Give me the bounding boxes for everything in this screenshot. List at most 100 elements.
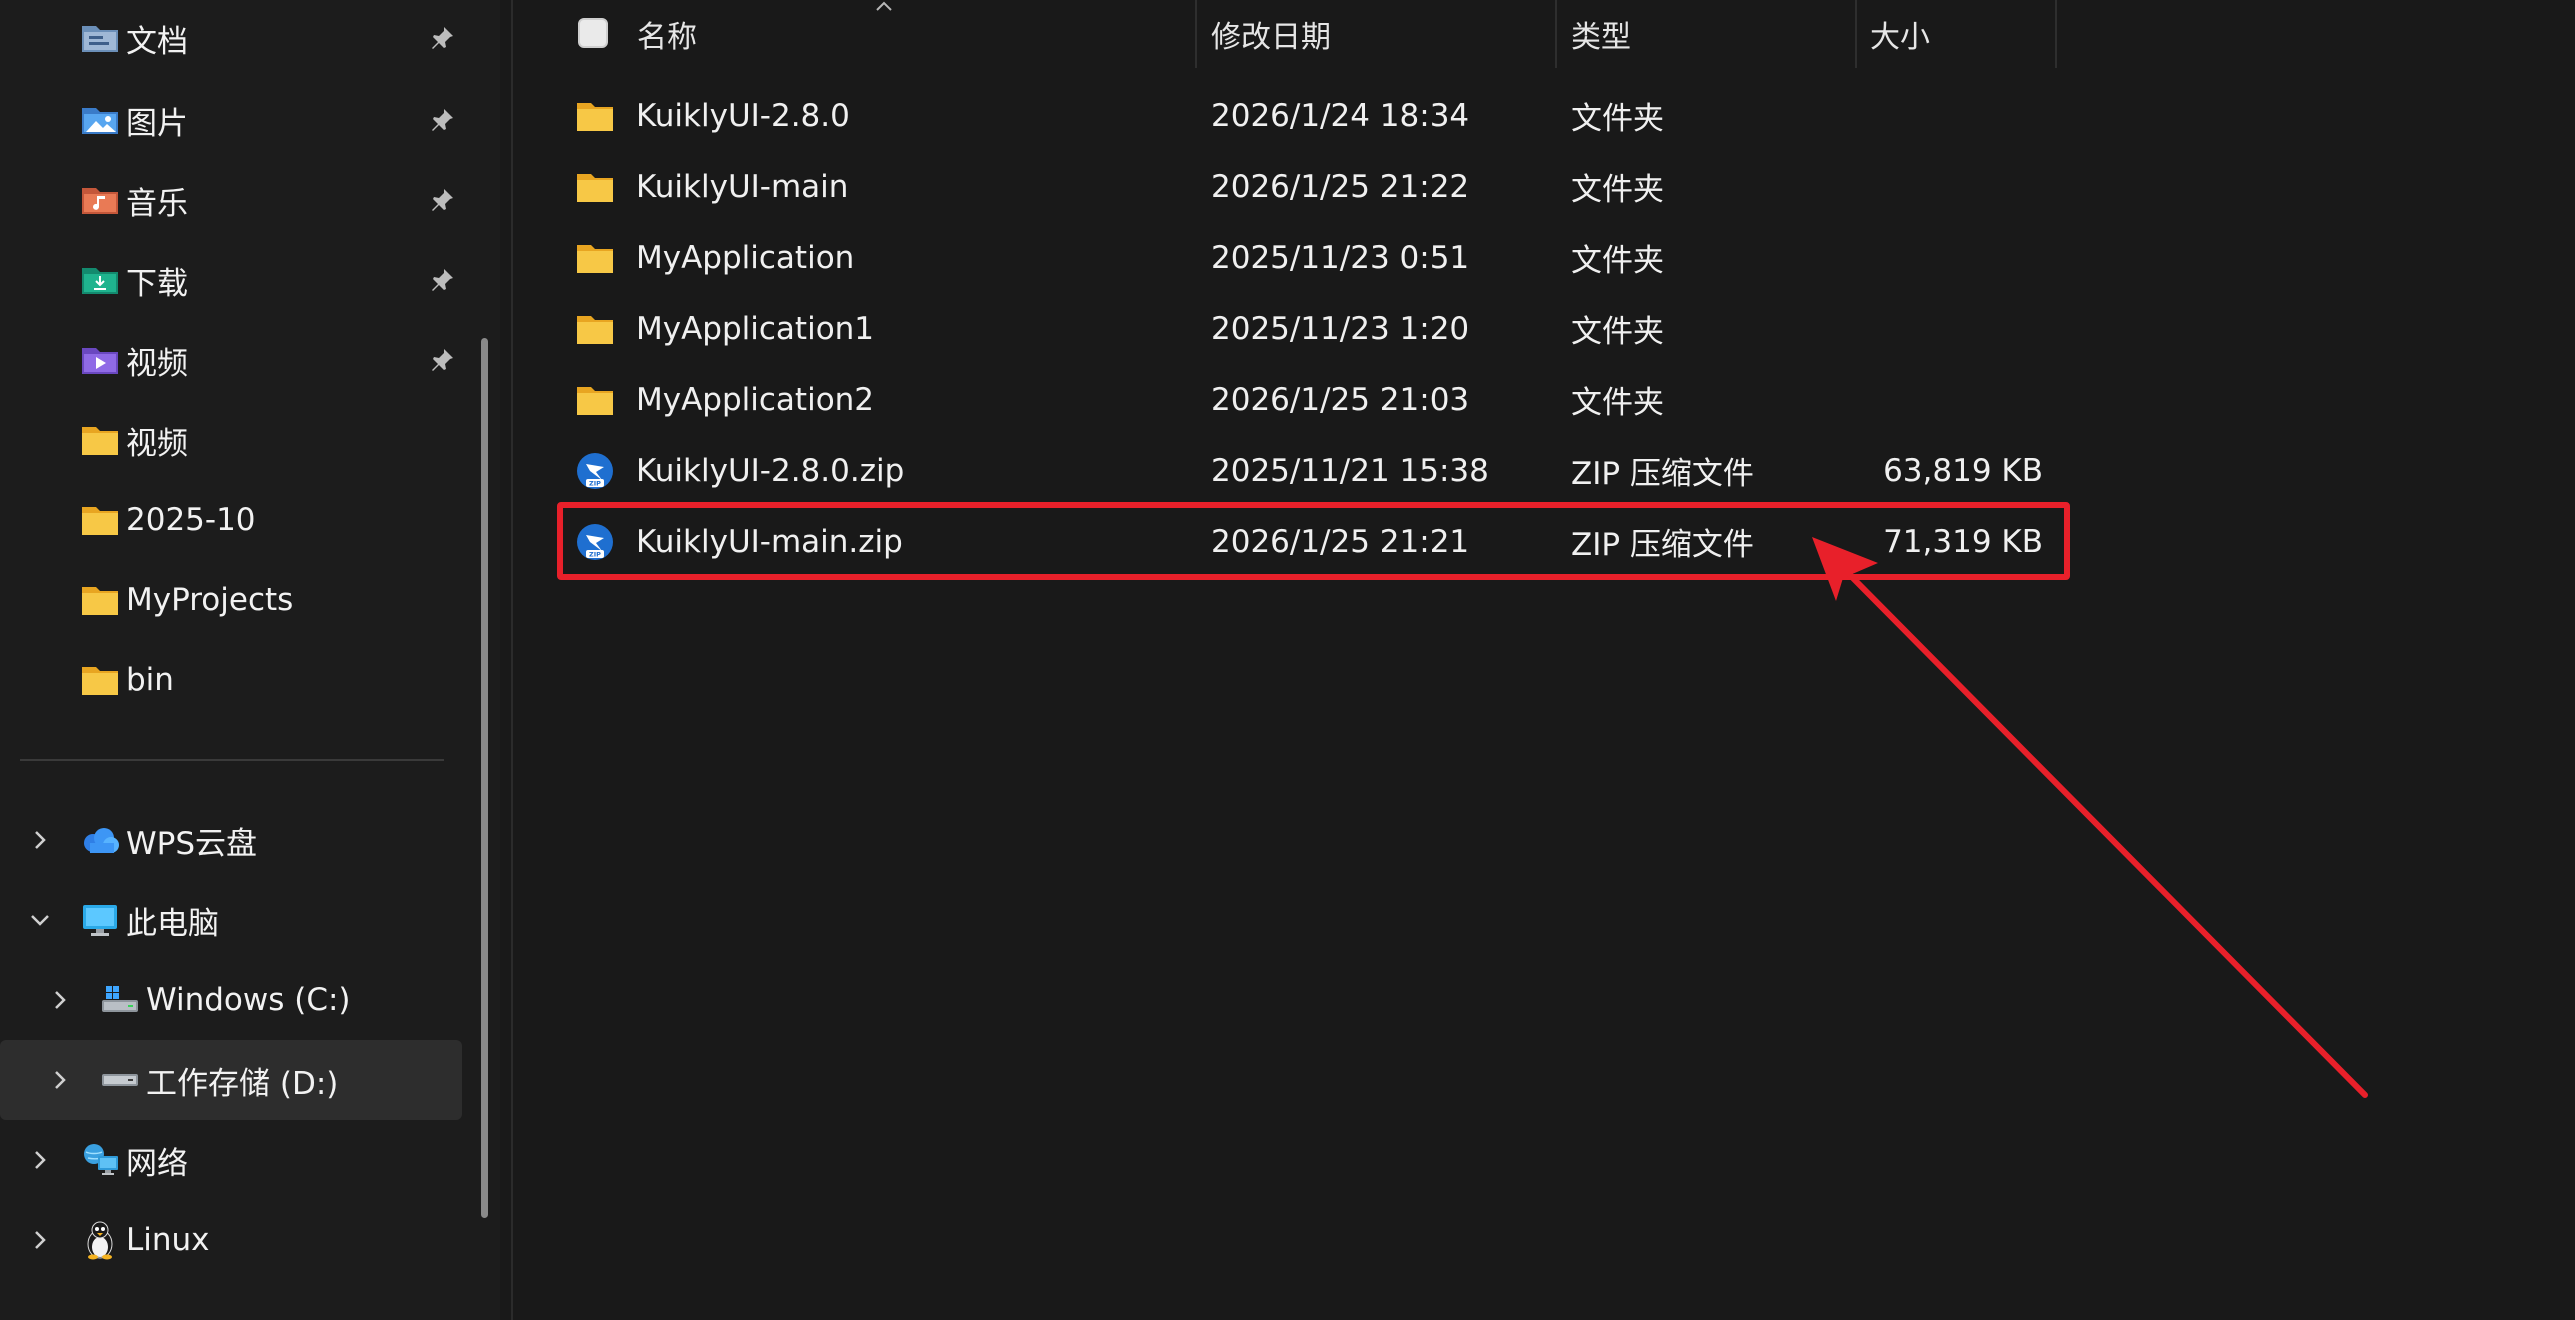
sidebar-item-label: Linux — [126, 1222, 210, 1258]
sidebar-item-2025-10[interactable]: 2025-10 — [0, 480, 462, 560]
navigation-pane: 文档 图片 音乐 下载 视频 视频 2025-10 MyProjects bin… — [0, 0, 500, 1320]
sidebar-item-downloads[interactable]: 下载 — [0, 240, 462, 320]
file-date: 2026/1/25 21:03 — [1211, 381, 1470, 418]
network-icon — [80, 1140, 120, 1180]
file-name: MyApplication2 — [636, 381, 875, 418]
file-name: KuiklyUI-2.8.0 — [636, 97, 850, 134]
sidebar-item-label: 下载 — [126, 265, 188, 302]
file-name: KuiklyUI-main — [636, 168, 849, 205]
chevron-right-icon[interactable] — [20, 1220, 60, 1260]
folder-icon — [80, 420, 120, 460]
file-row[interactable]: KuiklyUI-main 2026/1/25 21:22 文件夹 — [568, 151, 2088, 222]
chevron-right-icon[interactable] — [40, 1060, 80, 1100]
column-divider[interactable] — [2055, 0, 2057, 68]
column-header-row: 名称 修改日期 类型 大小 — [513, 0, 2575, 68]
chevron-right-icon[interactable] — [20, 1140, 60, 1180]
file-row[interactable]: KuiklyUI-2.8.0 2026/1/24 18:34 文件夹 — [568, 80, 2088, 151]
zip-archive-icon: ZIP — [572, 448, 618, 494]
file-size — [1643, 364, 2043, 435]
pin-icon[interactable] — [425, 343, 459, 377]
folder-icon — [572, 93, 618, 139]
sort-ascending-icon — [876, 1, 892, 11]
file-size: 63,819 KB — [1883, 452, 2043, 489]
sidebar-item-music[interactable]: 音乐 — [0, 160, 462, 240]
folder-icon — [80, 500, 120, 540]
sidebar-item-work-storage-d[interactable]: 工作存储 (D:) — [0, 1040, 462, 1120]
chevron-right-icon[interactable] — [20, 820, 60, 860]
annotation-highlight-box — [557, 502, 2070, 580]
sidebar-divider — [20, 759, 444, 761]
sidebar-item-network[interactable]: 网络 — [0, 1120, 462, 1200]
pin-icon[interactable] — [425, 21, 459, 55]
column-divider[interactable] — [1195, 0, 1197, 68]
sidebar-item-label: 网络 — [126, 1145, 188, 1182]
sidebar-item-label: 视频 — [126, 345, 188, 382]
sidebar-item-documents[interactable]: 文档 — [0, 0, 462, 78]
file-name: KuiklyUI-2.8.0.zip — [636, 452, 905, 489]
file-date: 2026/1/24 18:34 — [1211, 97, 1470, 134]
music-icon — [80, 180, 120, 220]
file-date: 2025/11/23 0:51 — [1211, 239, 1470, 276]
sidebar-item-label: 文档 — [126, 23, 188, 60]
videos-icon — [80, 340, 120, 380]
sidebar-item-label: WPS云盘 — [126, 825, 258, 862]
file-row[interactable]: MyApplication 2025/11/23 0:51 文件夹 — [568, 222, 2088, 293]
file-date: 2026/1/25 21:22 — [1211, 168, 1470, 205]
linux-penguin-icon — [80, 1220, 120, 1260]
column-divider[interactable] — [1555, 0, 1557, 68]
file-size — [1643, 151, 2043, 222]
sidebar-item-label: MyProjects — [126, 582, 294, 618]
column-header-size[interactable]: 大小 — [1870, 0, 1930, 68]
file-size — [1643, 222, 2043, 293]
downloads-icon — [80, 260, 120, 300]
select-all-checkbox[interactable] — [578, 18, 608, 48]
sidebar-item-label: 视频 — [126, 425, 188, 462]
folder-icon — [572, 164, 618, 210]
sidebar-item-label: 音乐 — [126, 185, 188, 222]
sidebar-item-bin[interactable]: bin — [0, 640, 462, 720]
file-row[interactable]: ZIP KuiklyUI-2.8.0.zip 2025/11/21 15:38 … — [568, 435, 2088, 506]
sidebar-item-wps-cloud[interactable]: WPS云盘 — [0, 800, 462, 880]
drive-icon — [100, 1060, 140, 1100]
folder-icon — [572, 306, 618, 352]
file-row[interactable]: MyApplication2 2026/1/25 21:03 文件夹 — [568, 364, 2088, 435]
pin-icon[interactable] — [425, 263, 459, 297]
pictures-icon — [80, 100, 120, 140]
file-size — [1643, 80, 2043, 151]
sidebar-item-this-pc[interactable]: 此电脑 — [0, 880, 462, 960]
sidebar-scrollbar[interactable] — [481, 338, 488, 1218]
pin-icon[interactable] — [425, 103, 459, 137]
column-header-type[interactable]: 类型 — [1571, 0, 1631, 68]
folder-icon — [80, 660, 120, 700]
sidebar-item-label: 工作存储 (D:) — [146, 1065, 339, 1102]
file-date: 2025/11/23 1:20 — [1211, 310, 1470, 347]
column-divider[interactable] — [1855, 0, 1857, 68]
file-date: 2025/11/21 15:38 — [1211, 452, 1489, 489]
cloud-icon — [80, 820, 120, 860]
sidebar-item-label: Windows (C:) — [146, 982, 351, 1018]
sidebar-item-videos[interactable]: 视频 — [0, 320, 462, 400]
sidebar-item-label: bin — [126, 662, 174, 698]
folder-icon — [80, 580, 120, 620]
svg-text:ZIP: ZIP — [589, 479, 601, 487]
file-name: MyApplication1 — [636, 310, 875, 347]
sidebar-item-videos-folder[interactable]: 视频 — [0, 400, 462, 480]
sidebar-item-label: 2025-10 — [126, 502, 256, 538]
file-size — [1643, 293, 2043, 364]
folder-icon — [572, 377, 618, 423]
file-row[interactable]: MyApplication1 2025/11/23 1:20 文件夹 — [568, 293, 2088, 364]
pin-icon[interactable] — [425, 183, 459, 217]
column-header-name[interactable]: 名称 — [637, 0, 697, 68]
sidebar-item-windows-c[interactable]: Windows (C:) — [0, 960, 462, 1040]
sidebar-item-pictures[interactable]: 图片 — [0, 80, 462, 160]
computer-icon — [80, 900, 120, 940]
sidebar-item-label: 此电脑 — [126, 905, 219, 942]
sidebar-item-myprojects[interactable]: MyProjects — [0, 560, 462, 640]
chevron-down-icon[interactable] — [20, 900, 60, 940]
sidebar-item-linux[interactable]: Linux — [0, 1200, 462, 1280]
column-header-date[interactable]: 修改日期 — [1211, 0, 1331, 68]
file-list-pane: 名称 修改日期 类型 大小 KuiklyUI-2.8.0 2026/1/24 1… — [513, 0, 2575, 1320]
folder-icon — [572, 235, 618, 281]
windows-drive-icon — [100, 980, 140, 1020]
chevron-right-icon[interactable] — [40, 980, 80, 1020]
